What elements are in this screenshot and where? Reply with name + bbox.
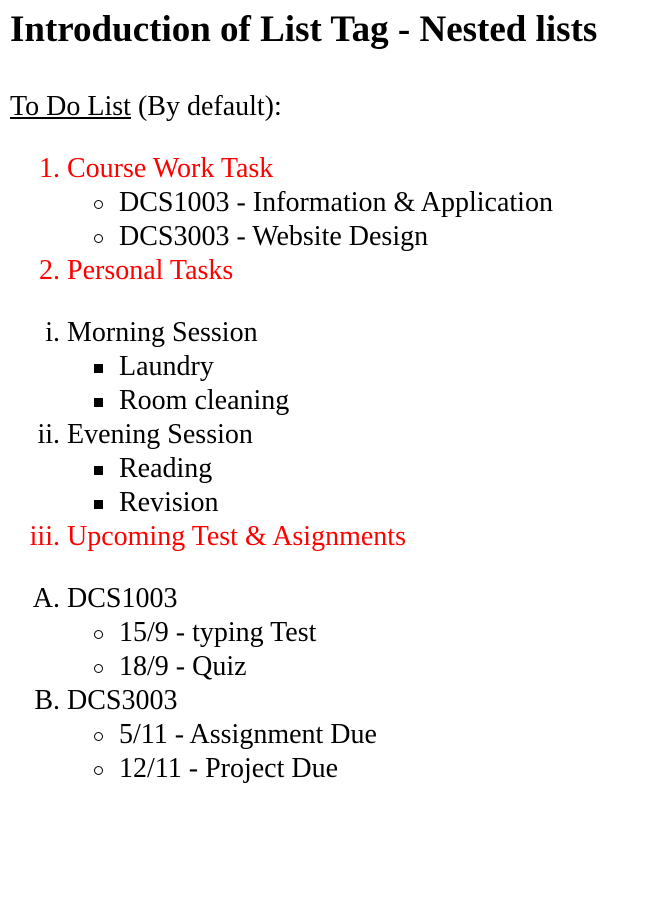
- list-item-label: DCS3003: [67, 685, 178, 716]
- list-subitem-label: Laundry: [119, 351, 214, 382]
- list-subitem-label: 18/9 - Quiz: [119, 651, 247, 682]
- list-marker: A.: [32, 583, 60, 614]
- todo-heading-suffix: (By default):: [130, 91, 282, 122]
- list-subitem-label: Room cleaning: [119, 385, 290, 416]
- list-subitem-label: Revision: [119, 487, 219, 518]
- list-item: i. Morning Session: [10, 316, 671, 350]
- list-item-label: Evening Session: [67, 419, 253, 450]
- list-subitem-label: 15/9 - typing Test: [119, 617, 317, 648]
- todo-heading: To Do List: [10, 91, 131, 122]
- list-subitem: 15/9 - typing Test: [10, 616, 671, 650]
- list-item: iii. Upcoming Test & Asignments: [10, 520, 671, 554]
- square-bullet-icon: [94, 363, 103, 373]
- list-item: ii. Evening Session: [10, 418, 671, 452]
- circle-bullet-icon: [94, 731, 103, 741]
- list-subitem-label: 5/11 - Assignment Due: [119, 719, 377, 750]
- square-bullet-icon: [94, 499, 103, 509]
- list-subitem: DCS3003 - Website Design: [10, 220, 671, 254]
- list-marker: i.: [45, 317, 60, 348]
- page-title: Introduction of List Tag - Nested lists: [10, 9, 598, 50]
- list-item: 1. Course Work Task: [10, 152, 671, 186]
- circle-bullet-icon: [94, 663, 103, 673]
- list-item-label: Course Work Task: [67, 153, 274, 184]
- list-marker: iii.: [29, 521, 60, 552]
- list-subitem: Revision: [10, 486, 671, 520]
- list-subitem-label: DCS1003 - Information & Application: [119, 187, 553, 218]
- list-marker: 2.: [39, 255, 60, 286]
- upcoming-tests-list: A. DCS1003 15/9 - typing Test 18/9 - Qui…: [10, 582, 671, 786]
- list-subitem: Room cleaning: [10, 384, 671, 418]
- list-subitem-label: DCS3003 - Website Design: [119, 221, 429, 252]
- square-bullet-icon: [94, 397, 103, 407]
- circle-bullet-icon: [94, 233, 103, 243]
- list-subitem: Reading: [10, 452, 671, 486]
- list-subitem: DCS1003 - Information & Application: [10, 186, 671, 220]
- square-bullet-icon: [94, 465, 103, 475]
- list-subitem: 18/9 - Quiz: [10, 650, 671, 684]
- list-item: B. DCS3003: [10, 684, 671, 718]
- circle-bullet-icon: [94, 629, 103, 639]
- list-subitem-label: Reading: [119, 453, 213, 484]
- circle-bullet-icon: [94, 765, 103, 775]
- course-work-list: 1. Course Work Task DCS1003 - Informatio…: [10, 152, 671, 288]
- list-marker: B.: [34, 685, 60, 716]
- list-item: A. DCS1003: [10, 582, 671, 616]
- list-item: 2. Personal Tasks: [10, 254, 671, 288]
- personal-tasks-list: i. Morning Session Laundry Room cleaning…: [10, 316, 671, 554]
- list-item-label: DCS1003: [67, 583, 178, 614]
- list-item-label: Morning Session: [67, 317, 258, 348]
- intro-line: To Do List (By default):: [10, 90, 671, 124]
- list-subitem: Laundry: [10, 350, 671, 384]
- list-item-label: Personal Tasks: [67, 255, 234, 286]
- list-item-label: Upcoming Test & Asignments: [67, 521, 406, 552]
- list-subitem: 12/11 - Project Due: [10, 752, 671, 786]
- page: Introduction of List Tag - Nested lists …: [0, 0, 671, 786]
- circle-bullet-icon: [94, 199, 103, 209]
- list-subitem-label: 12/11 - Project Due: [119, 753, 339, 784]
- list-subitem: 5/11 - Assignment Due: [10, 718, 671, 752]
- list-marker: ii.: [37, 419, 60, 450]
- list-marker: 1.: [39, 153, 60, 184]
